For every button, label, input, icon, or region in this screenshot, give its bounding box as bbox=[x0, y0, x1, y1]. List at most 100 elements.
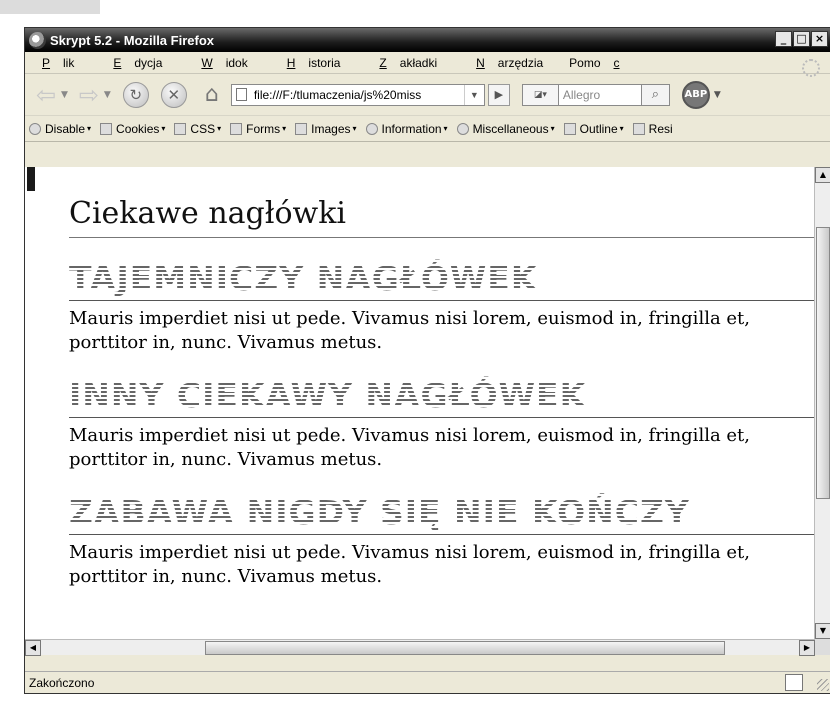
scroll-left-button[interactable]: ◀ bbox=[25, 640, 41, 656]
search-input[interactable]: Allegro bbox=[557, 83, 642, 106]
stop-button[interactable]: ✕ bbox=[160, 81, 187, 108]
adblock-dropdown-icon[interactable]: ▼ bbox=[714, 90, 721, 100]
window-controls: _ □ × bbox=[775, 31, 828, 47]
scroll-right-button[interactable]: ▶ bbox=[799, 640, 815, 656]
search-icon[interactable]: ⌕ bbox=[641, 83, 670, 106]
devbar-resize[interactable]: Resi bbox=[632, 121, 673, 136]
section-heading-1: TAJEMNICZY NAGŁÓWEK bbox=[69, 238, 815, 301]
chevron-down-icon: ▾ bbox=[87, 124, 92, 133]
menu-widok[interactable]: Widok bbox=[188, 56, 260, 70]
horizontal-scroll-thumb[interactable] bbox=[205, 641, 725, 655]
status-icon[interactable] bbox=[785, 674, 803, 691]
chevron-down-icon: ▾ bbox=[550, 124, 555, 133]
vertical-scrollbar[interactable]: ▲ ▼ bbox=[814, 167, 830, 639]
devbar-forms-label: Forms bbox=[246, 121, 281, 136]
devbar-cookies-label: Cookies bbox=[116, 121, 160, 136]
forward-button[interactable]: ⇨ bbox=[74, 81, 104, 109]
images-icon bbox=[295, 122, 308, 135]
vertical-scroll-thumb[interactable] bbox=[816, 227, 830, 499]
focus-marker bbox=[27, 167, 35, 191]
scrollbar-corner bbox=[815, 639, 830, 655]
throbber-icon bbox=[802, 59, 820, 77]
menu-widok-post: idok bbox=[225, 55, 248, 70]
forward-history-dropdown-icon[interactable]: ▼ bbox=[104, 90, 111, 100]
home-button[interactable]: ⌂ bbox=[198, 82, 226, 108]
search-engine-selector[interactable]: ◪▾ bbox=[521, 83, 558, 106]
section-paragraph-2: Mauris imperdiet nisi ut pede. Vivamus n… bbox=[69, 425, 751, 470]
devbar-images-label: Images bbox=[311, 121, 351, 136]
menu-plik-post: lik bbox=[63, 55, 75, 70]
devbar-information-label: Information bbox=[381, 121, 442, 136]
url-dropdown-icon[interactable]: ▼ bbox=[463, 84, 484, 105]
status-text: Zakończono bbox=[29, 675, 95, 690]
menu-historia[interactable]: Historia bbox=[274, 56, 354, 70]
title-bar[interactable]: Skrypt 5.2 - Mozilla Firefox _ □ × bbox=[25, 28, 830, 52]
devbar-css-label: CSS bbox=[190, 121, 216, 136]
forms-icon bbox=[230, 122, 243, 135]
menu-plik-accesskey: P bbox=[42, 55, 51, 70]
decorative-corner-tab bbox=[0, 0, 100, 14]
menu-zakladki[interactable]: Zakładki bbox=[366, 56, 450, 70]
menu-plik[interactable]: Plik bbox=[29, 56, 87, 70]
adblock-plus-button[interactable]: ABP bbox=[681, 80, 710, 109]
close-button[interactable]: × bbox=[811, 31, 828, 47]
page-content: Ciekawe nagłówki TAJEMNICZY NAGŁÓWEK Mau… bbox=[25, 167, 815, 639]
maximize-button[interactable]: □ bbox=[793, 31, 810, 47]
url-bar[interactable]: file:///F:/tlumaczenia/js%20miss ▼ bbox=[230, 83, 485, 106]
miscellaneous-icon bbox=[456, 122, 469, 135]
back-history-dropdown-icon[interactable]: ▼ bbox=[61, 90, 68, 100]
devbar-outline-label: Outline bbox=[579, 121, 618, 136]
scroll-down-button[interactable]: ▼ bbox=[815, 623, 830, 639]
chevron-down-icon: ▾ bbox=[217, 124, 222, 133]
page-icon bbox=[235, 88, 247, 101]
devbar-miscellaneous-label: Miscellaneous bbox=[472, 121, 549, 136]
menu-historia-accesskey: H bbox=[286, 55, 296, 70]
status-bar: Zakończono bbox=[25, 671, 830, 693]
devbar-css[interactable]: CSS ▾ bbox=[174, 122, 221, 136]
devbar-miscellaneous[interactable]: Miscellaneous ▾ bbox=[456, 121, 555, 136]
menu-pomoc-accesskey: c bbox=[613, 55, 620, 70]
devbar-forms[interactable]: Forms ▾ bbox=[230, 122, 286, 136]
section-heading-3: ZABAWA NIGDY SIĘ NIE KOŃCZY bbox=[69, 472, 815, 535]
menu-narzedzia-accesskey: N bbox=[476, 55, 485, 70]
navigation-toolbar: ⇦ ▼ ⇨ ▼ ↻ ✕ ⌂ file:///F:/tlumaczenia/js%… bbox=[25, 74, 830, 116]
devbar-images[interactable]: Images ▾ bbox=[295, 121, 357, 136]
chevron-down-icon: ▾ bbox=[443, 124, 448, 133]
information-icon bbox=[365, 122, 378, 135]
web-developer-toolbar: Disable ▾ Cookies ▾ CSS ▾ Forms ▾ Images ▾ In… bbox=[25, 116, 830, 142]
disable-icon bbox=[29, 122, 41, 135]
firefox-icon bbox=[29, 31, 46, 49]
go-button[interactable]: ▶ bbox=[487, 83, 510, 106]
browser-window: Skrypt 5.2 - Mozilla Firefox _ □ × Plik … bbox=[24, 27, 830, 694]
devbar-disable[interactable]: Disable ▾ bbox=[29, 122, 91, 136]
minimize-button[interactable]: _ bbox=[775, 31, 792, 47]
resize-icon bbox=[632, 122, 645, 135]
menu-pomoc-pre: Pomo bbox=[569, 55, 601, 70]
section-heading-2: INNY CIEKAWY NAGŁÓWEK bbox=[69, 355, 815, 418]
css-icon bbox=[174, 122, 187, 135]
devbar-information[interactable]: Information ▾ bbox=[365, 121, 448, 136]
menu-zakladki-accesskey: Z bbox=[379, 55, 387, 70]
chevron-down-icon: ▾ bbox=[619, 124, 624, 133]
url-text: file:///F:/tlumaczenia/js%20miss bbox=[253, 87, 422, 102]
back-button[interactable]: ⇦ bbox=[31, 81, 61, 109]
horizontal-scrollbar[interactable]: ◀ ▶ bbox=[25, 639, 815, 656]
devbar-cookies[interactable]: Cookies ▾ bbox=[100, 122, 165, 136]
section-paragraph-1: Mauris imperdiet nisi ut pede. Vivamus n… bbox=[69, 308, 751, 353]
menu-historia-post: istoria bbox=[308, 55, 341, 70]
resize-grip-icon[interactable] bbox=[817, 679, 829, 691]
menu-bar: Plik Edycja Widok Historia Zakładki Narz… bbox=[25, 52, 830, 74]
menu-narzedzia[interactable]: Narzędzia bbox=[463, 56, 556, 70]
devbar-disable-label: Disable bbox=[45, 121, 86, 136]
menu-edycja[interactable]: Edycja bbox=[100, 56, 175, 70]
menu-narzedzia-post: arzędzia bbox=[497, 55, 544, 70]
search-bar: ◪▾ Allegro ⌕ bbox=[521, 83, 670, 106]
devbar-outline[interactable]: Outline ▾ bbox=[563, 121, 624, 136]
menu-pomoc[interactable]: Pomo c bbox=[569, 56, 645, 70]
scroll-up-button[interactable]: ▲ bbox=[815, 167, 830, 183]
menu-edycja-accesskey: E bbox=[113, 55, 122, 70]
menu-edycja-post: dycja bbox=[134, 55, 163, 70]
menu-widok-accesskey: W bbox=[201, 55, 213, 70]
reload-button[interactable]: ↻ bbox=[122, 81, 149, 108]
devbar-resize-label: Resi bbox=[648, 121, 673, 136]
